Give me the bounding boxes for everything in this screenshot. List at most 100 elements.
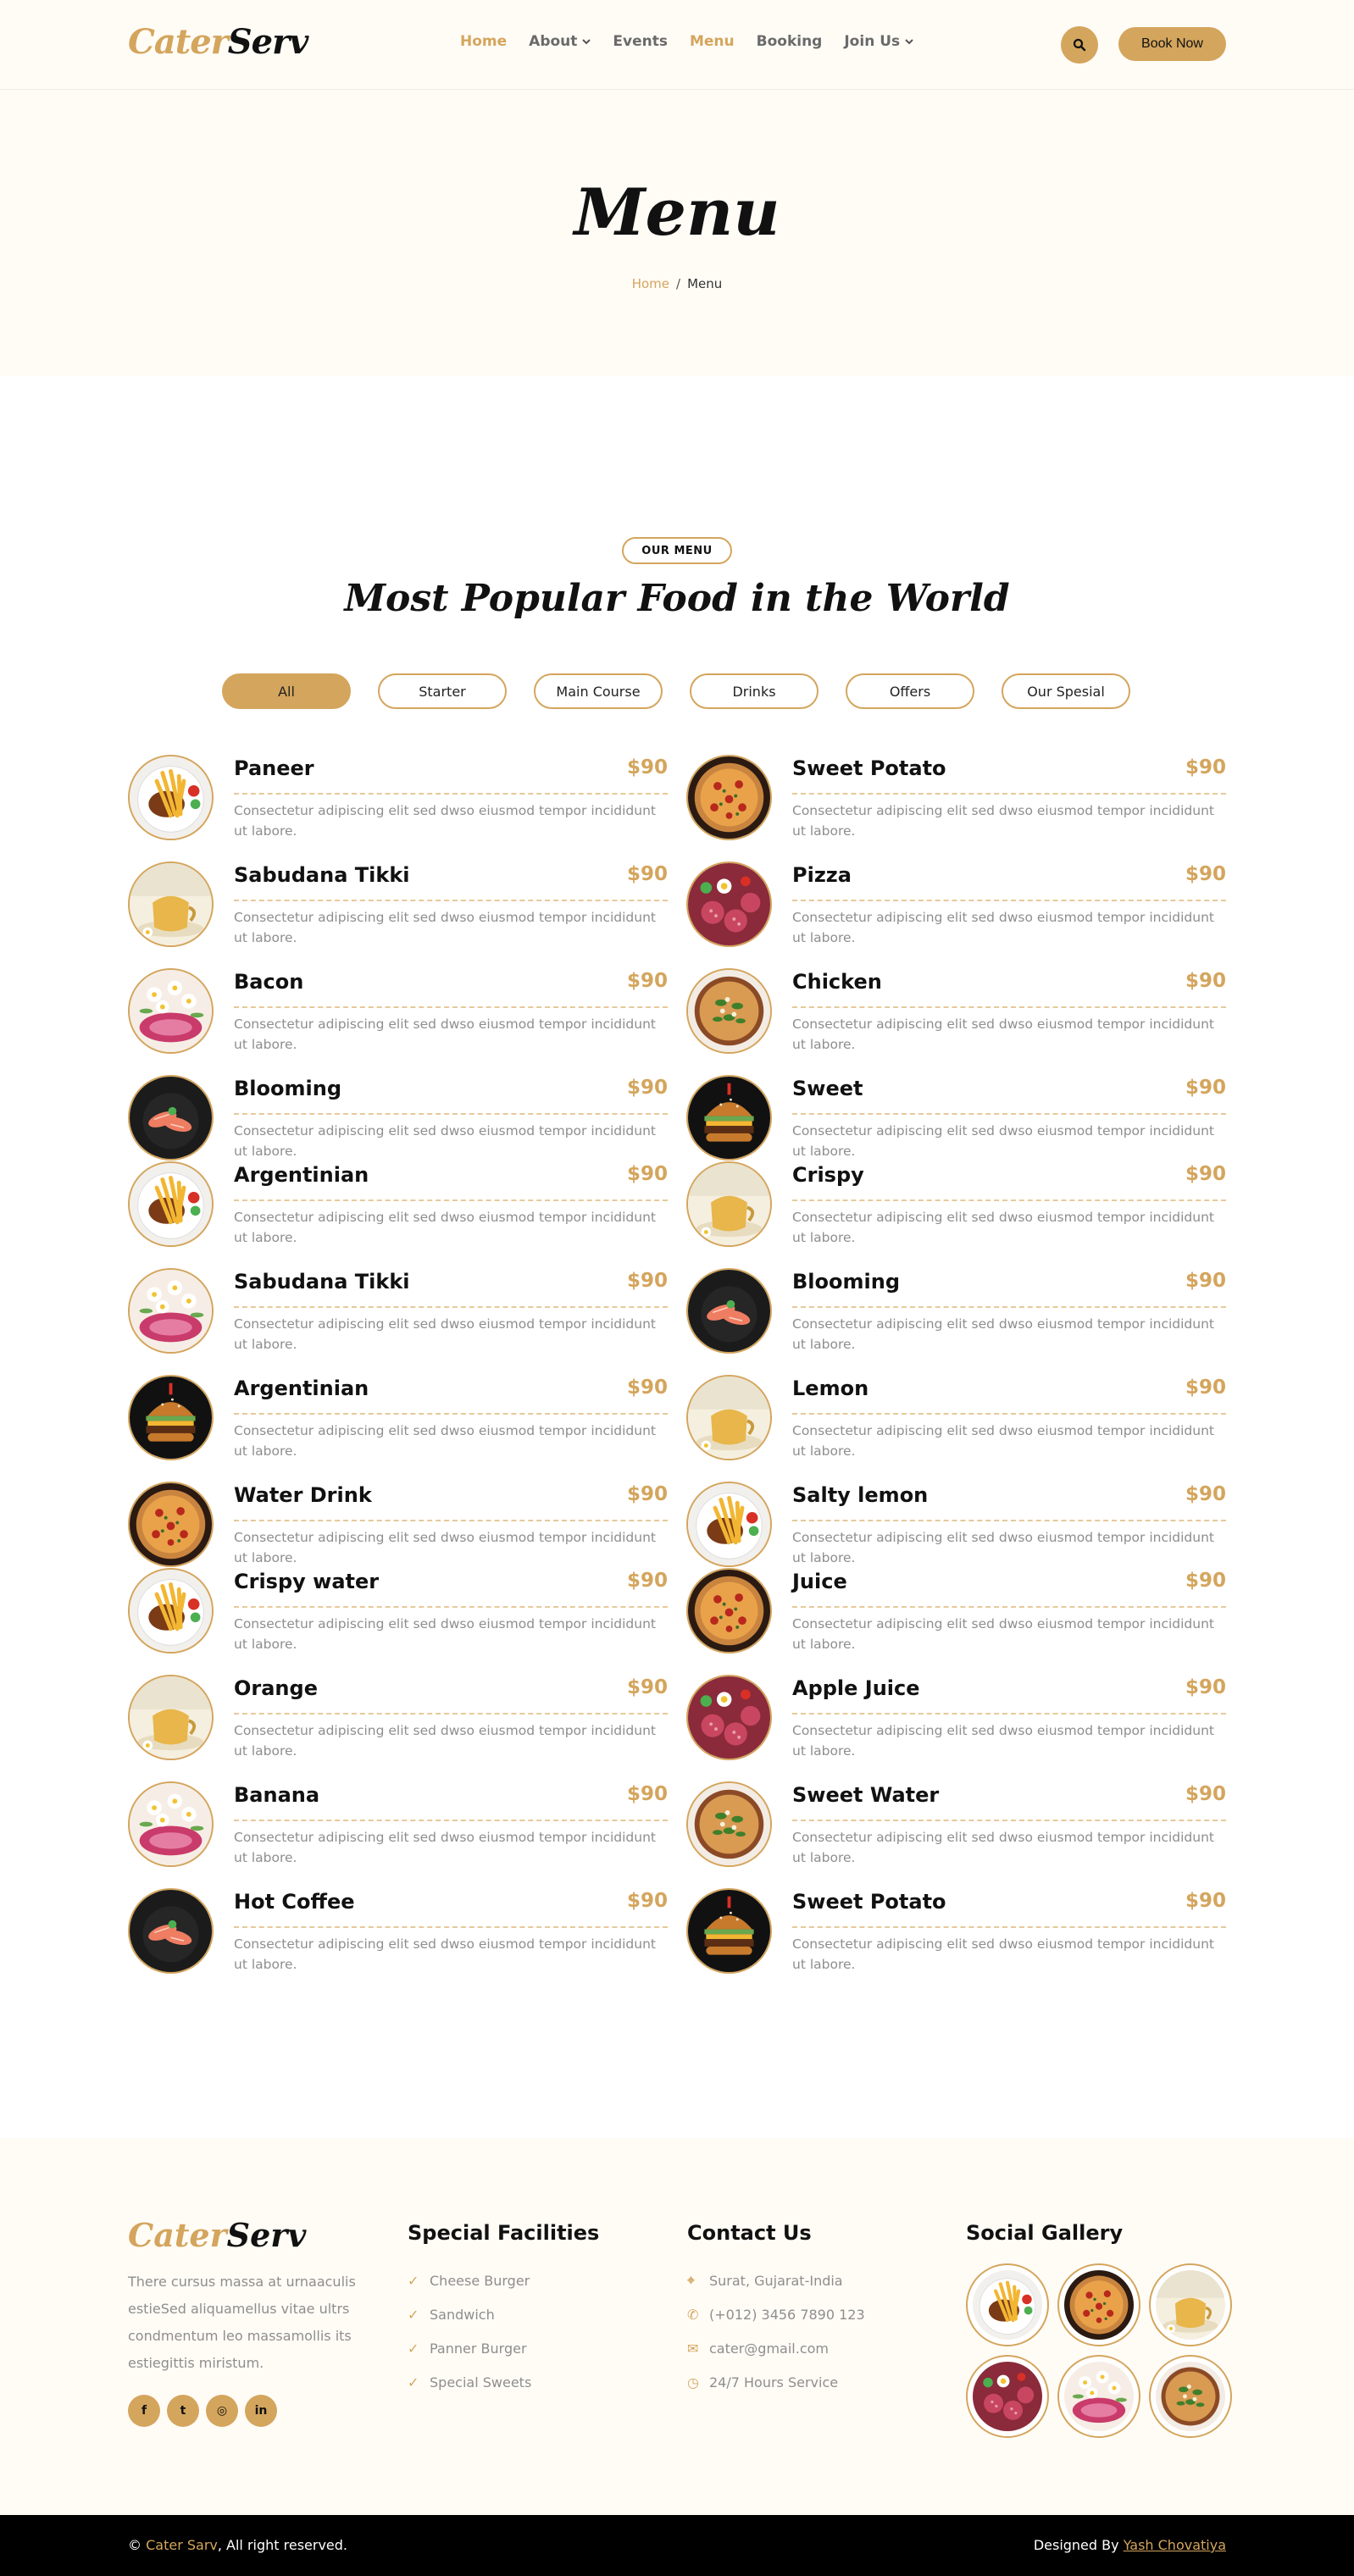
menu-item-name: Blooming: [234, 1077, 341, 1100]
linkedin-icon: in: [254, 2404, 268, 2418]
menu-item-image: [686, 861, 772, 947]
menu-item-price: $90: [626, 1783, 668, 1805]
menu-item-description: Consectetur adipiscing elit sed dwso eiu…: [792, 1616, 1214, 1652]
facility-item[interactable]: ✓ Cheese Burger: [408, 2263, 531, 2297]
menu-item[interactable]: Water Drink $90 Consectetur adipiscing eli…: [128, 1482, 668, 1567]
filter-tab-main-course[interactable]: Main Course: [534, 673, 663, 709]
menu-item[interactable]: Blooming $90 Consectetur adipiscing elit s…: [686, 1268, 1226, 1354]
designed-by-label: Designed By: [1033, 2537, 1119, 2553]
menu-item-name: Argentinian: [234, 1163, 369, 1187]
menu-item-description: Consectetur adipiscing elit sed dwso eiu…: [234, 1123, 656, 1159]
nav-item-about[interactable]: About: [529, 33, 591, 50]
gallery-thumbnail[interactable]: [966, 2355, 1049, 2438]
menu-item[interactable]: Hot Coffee $90 Consectetur adipiscing elit…: [128, 1888, 668, 1974]
menu-item[interactable]: Sweet $90 Consectetur adipiscing elit sed …: [686, 1075, 1226, 1161]
menu-item[interactable]: Lemon $90 Consectetur adipiscing elit sed …: [686, 1375, 1226, 1460]
menu-item-description: Consectetur adipiscing elit sed dwso eiu…: [792, 1423, 1214, 1459]
facility-item[interactable]: ✓ Panner Burger: [408, 2331, 531, 2365]
nav-item-home[interactable]: Home: [460, 33, 507, 50]
menu-item-price: $90: [1185, 1783, 1226, 1805]
filter-tab-our-spesial[interactable]: Our Spesial: [1002, 673, 1130, 709]
facility-label: Sandwich: [430, 2306, 495, 2323]
book-now-button[interactable]: Book Now: [1118, 27, 1226, 61]
menu-item-description: Consectetur adipiscing elit sed dwso eiu…: [234, 1423, 656, 1459]
menu-item[interactable]: Sweet Potato $90 Consectetur adipiscing el…: [686, 755, 1226, 840]
menu-item-description: Consectetur adipiscing elit sed dwso eiu…: [792, 1017, 1214, 1052]
menu-item-name: Crispy water: [234, 1570, 380, 1593]
filter-tab-starter[interactable]: Starter: [378, 673, 507, 709]
menu-item[interactable]: Salty lemon $90 Consectetur adipiscing eli…: [686, 1482, 1226, 1567]
twitter-link[interactable]: t: [167, 2395, 199, 2427]
menu-item-price: $90: [626, 1570, 668, 1592]
breadcrumb-home-link[interactable]: Home: [632, 276, 669, 291]
footer-logo-part1: Cater: [128, 2216, 227, 2254]
menu-item[interactable]: Crispy $90 Consectetur adipiscing elit sed…: [686, 1161, 1226, 1247]
menu-item[interactable]: Sweet Water $90 Consectetur adipiscing eli…: [686, 1781, 1226, 1867]
menu-item[interactable]: Blooming $90 Consectetur adipiscing elit s…: [128, 1075, 668, 1161]
menu-item-name: Juice: [792, 1570, 847, 1593]
gallery-thumbnail[interactable]: [1149, 2355, 1232, 2438]
nav-item-booking[interactable]: Booking: [757, 33, 823, 50]
menu-item-price: $90: [626, 863, 668, 885]
menu-item[interactable]: Argentinian $90 Consectetur adipiscing eli…: [128, 1375, 668, 1460]
copyright-brand-link[interactable]: Cater Sarv: [146, 2537, 218, 2553]
facility-item[interactable]: ✓ Sandwich: [408, 2297, 531, 2331]
nav-item-join-us[interactable]: Join Us: [844, 33, 913, 50]
filter-tab-all[interactable]: All: [222, 673, 351, 709]
copyright-text: © Cater Sarv, All right reserved.: [128, 2537, 347, 2553]
menu-item[interactable]: Paneer $90 Consectetur adipiscing elit sed…: [128, 755, 668, 840]
menu-item[interactable]: Chicken $90 Consectetur adipiscing elit se…: [686, 968, 1226, 1054]
menu-item[interactable]: Pizza $90 Consectetur adipiscing elit sed …: [686, 861, 1226, 947]
menu-item-description: Consectetur adipiscing elit sed dwso eiu…: [234, 1723, 656, 1759]
navbar: CaterServ Home About Events Menu Booking Join…: [0, 0, 1354, 90]
brand-logo[interactable]: CaterServ: [128, 22, 308, 62]
instagram-link[interactable]: ◎: [206, 2395, 238, 2427]
menu-item[interactable]: Sabudana Tikki $90 Consectetur adipiscing …: [128, 861, 668, 947]
menu-item[interactable]: Orange $90 Consectetur adipiscing elit sed…: [128, 1675, 668, 1760]
menu-item-image: [128, 968, 214, 1054]
designer-link[interactable]: Yash Chovatiya: [1124, 2537, 1226, 2553]
menu-item-name: Sabudana Tikki: [234, 1270, 410, 1294]
facebook-link[interactable]: f: [128, 2395, 160, 2427]
menu-section: OUR MENU Most Popular Food in the World …: [0, 376, 1354, 2138]
menu-item-description: Consectetur adipiscing elit sed dwso eiu…: [234, 910, 656, 945]
linkedin-link[interactable]: in: [245, 2395, 277, 2427]
menu-item[interactable]: Banana $90 Consectetur adipiscing elit sed…: [128, 1781, 668, 1867]
footer-logo[interactable]: CaterServ: [128, 2216, 306, 2254]
gallery-thumbnail[interactable]: [1057, 2263, 1140, 2346]
section-title: Most Popular Food in the World: [344, 577, 1010, 620]
menu-item-divider: [234, 1713, 668, 1715]
menu-item[interactable]: Juice $90 Consectetur adipiscing elit sed …: [686, 1568, 1226, 1654]
menu-item-divider: [792, 1199, 1226, 1201]
menu-item-image: [128, 755, 214, 840]
footer-logo-part2: Serv: [226, 2216, 307, 2254]
nav-item-label: Home: [460, 33, 508, 50]
nav-item-events[interactable]: Events: [613, 33, 668, 50]
breadcrumb: Home / Menu: [0, 276, 1354, 291]
instagram-icon: ◎: [216, 2404, 228, 2418]
filter-tab-drinks[interactable]: Drinks: [690, 673, 819, 709]
menu-item-price: $90: [1185, 1890, 1226, 1912]
gallery-thumbnail[interactable]: [1057, 2355, 1140, 2438]
menu-item[interactable]: Sabudana Tikki $90 Consectetur adipiscing …: [128, 1268, 668, 1354]
facility-item[interactable]: ✓ Special Sweets: [408, 2365, 531, 2399]
filter-tab-offers[interactable]: Offers: [846, 673, 974, 709]
search-button[interactable]: [1061, 26, 1098, 64]
menu-item-image: [686, 1268, 772, 1354]
menu-item[interactable]: Bacon $90 Consectetur adipiscing elit sed …: [128, 968, 668, 1054]
menu-item[interactable]: Crispy water $90 Consectetur adipiscing el…: [128, 1568, 668, 1654]
menu-item-description: Consectetur adipiscing elit sed dwso eiu…: [234, 1530, 656, 1565]
menu-item-price: $90: [1185, 1163, 1226, 1185]
menu-item-description: Consectetur adipiscing elit sed dwso eiu…: [234, 1210, 656, 1245]
menu-item[interactable]: Sweet Potato $90 Consectetur adipiscing el…: [686, 1888, 1226, 1974]
facebook-icon: f: [141, 2404, 147, 2418]
menu-item[interactable]: Apple Juice $90 Consectetur adipiscing eli…: [686, 1675, 1226, 1760]
chevron-down-icon: [905, 36, 913, 47]
gallery-thumbnail[interactable]: [966, 2263, 1049, 2346]
menu-item-description: Consectetur adipiscing elit sed dwso eiu…: [234, 803, 656, 839]
gallery-thumbnail[interactable]: [1149, 2263, 1232, 2346]
menu-item-image: [128, 1268, 214, 1354]
nav-item-menu[interactable]: Menu: [690, 33, 735, 50]
menu-item-description: Consectetur adipiscing elit sed dwso eiu…: [792, 803, 1214, 839]
menu-item[interactable]: Argentinian $90 Consectetur adipiscing eli…: [128, 1161, 668, 1247]
